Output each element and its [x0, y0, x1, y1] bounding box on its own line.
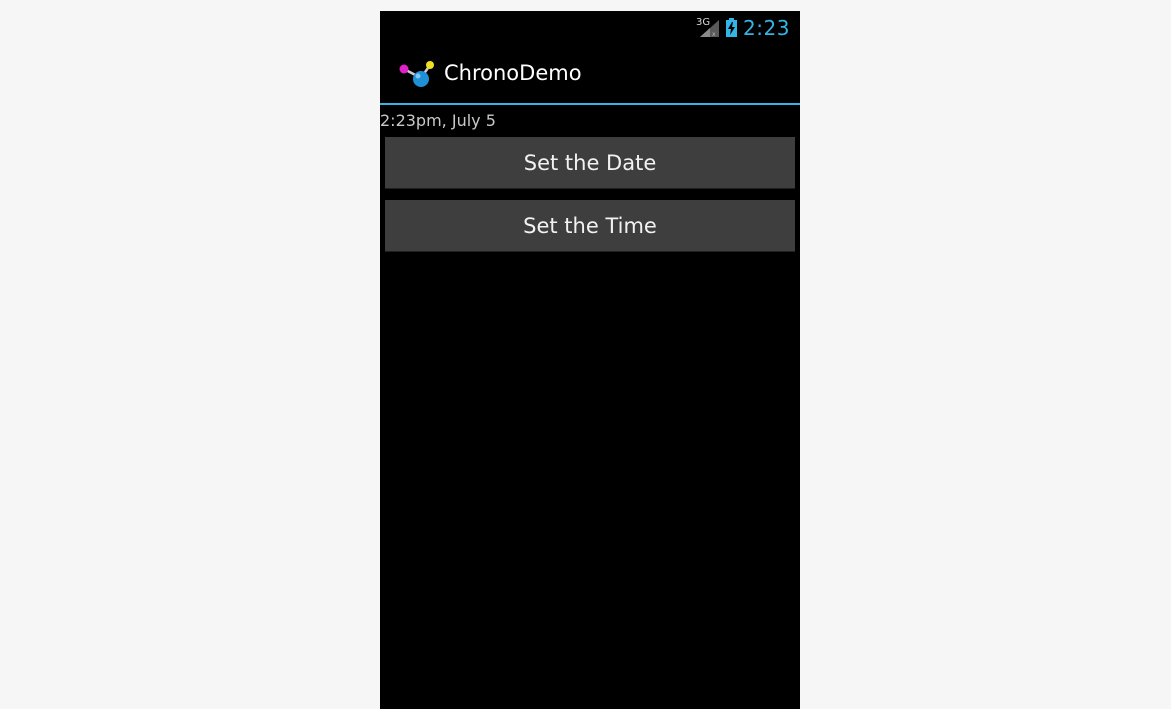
phone-screen: 3G x 2:23 ChronoDemo 2:23pm, July 5 Set … — [380, 11, 800, 709]
status-clock: 2:23 — [743, 16, 790, 40]
set-time-button[interactable]: Set the Time — [385, 200, 795, 252]
status-bar: 3G x 2:23 — [380, 11, 800, 44]
set-date-button[interactable]: Set the Date — [385, 137, 795, 189]
svg-text:x: x — [712, 31, 716, 37]
app-title: ChronoDemo — [444, 61, 582, 85]
signal-strength-icon: x — [700, 20, 719, 37]
current-date-time-text: 2:23pm, July 5 — [380, 111, 496, 130]
molecule-app-icon — [399, 61, 434, 87]
action-bar: ChronoDemo — [380, 44, 800, 105]
battery-charging-icon — [726, 18, 737, 37]
